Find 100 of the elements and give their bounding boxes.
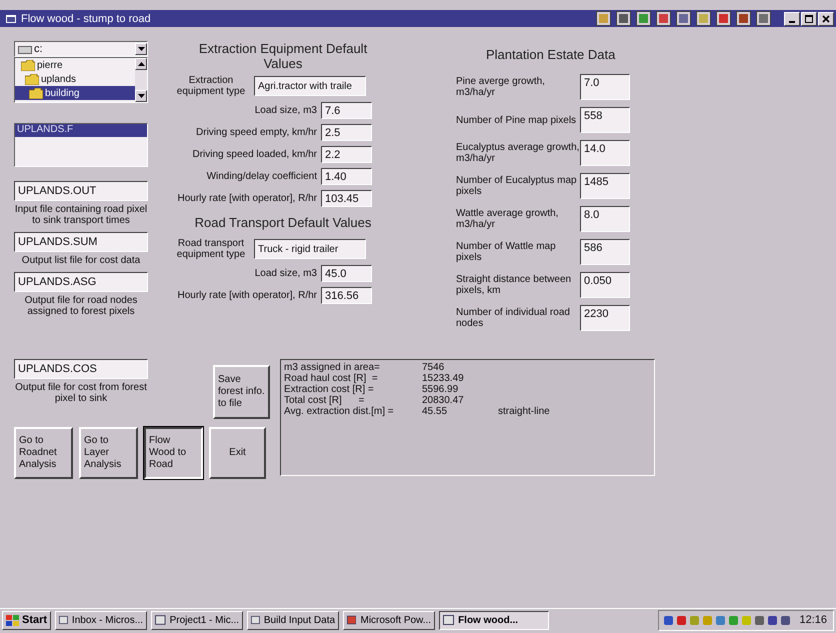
value-field[interactable]: 2.5 (321, 124, 372, 141)
equipment-type-field[interactable]: Agri.tractor with traile (254, 76, 366, 96)
value-field[interactable]: 316.56 (321, 287, 372, 304)
field-label: Winding/delay coefficient (206, 171, 317, 182)
value-field[interactable]: 1.40 (321, 168, 372, 185)
folder-icon (29, 88, 43, 98)
field-caption: Input file containing road pixel to sink transport times (14, 204, 148, 226)
field-label: Driving speed loaded, km/hr (192, 149, 317, 160)
field-label: Pine averge growth, m3/ha/yr (456, 76, 546, 98)
folder-icon (21, 60, 35, 70)
file-item[interactable]: UPLANDS.F (15, 124, 147, 137)
value-field[interactable]: 45.0 (321, 265, 372, 282)
folder-item[interactable]: pierre (15, 58, 135, 72)
field-label: Road transport equipment type (176, 238, 246, 260)
tray-icon[interactable] (767, 614, 778, 626)
taskbar-button[interactable]: Microsoft Pow... (343, 610, 436, 630)
field-label: Straight distance between pixels, km (456, 274, 572, 296)
file-name-field[interactable]: UPLANDS.COS (14, 359, 148, 379)
file-name-field[interactable]: UPLANDS.SUM (14, 232, 148, 252)
command-button[interactable]: Flow Wood to Road (144, 427, 203, 479)
file-name-field[interactable]: UPLANDS.OUT (14, 181, 148, 201)
app-icon (59, 615, 68, 625)
toolbar-app-icon[interactable] (756, 11, 771, 26)
result-value: 45.55 (422, 406, 448, 417)
scroll-down-icon[interactable] (138, 94, 144, 98)
command-button[interactable]: Exit (209, 427, 266, 479)
tray-icon[interactable] (663, 614, 674, 626)
result-value: 7546 (422, 362, 446, 373)
drive-dropdown[interactable]: c: (14, 41, 148, 57)
folder-icon (25, 74, 39, 84)
folder-item[interactable]: uplands (15, 72, 135, 86)
scroll-up-icon[interactable] (138, 62, 144, 66)
toolbar-app-icon[interactable] (716, 11, 731, 26)
result-label: Total cost [R] = (284, 395, 366, 406)
minimize-button[interactable] (784, 12, 800, 26)
file-list[interactable]: UPLANDS.F (14, 123, 148, 167)
value-field[interactable]: 1485 (580, 173, 630, 199)
toolbar-app-icon[interactable] (596, 11, 611, 26)
save-button[interactable]: Save forest info. to file (213, 365, 270, 419)
value-field[interactable]: 0.050 (580, 272, 630, 298)
taskbar-button[interactable]: Inbox - Micros... (55, 610, 148, 630)
field-label: Wattle average growth, m3/ha/yr (456, 208, 560, 230)
result-value: 15233.49 (422, 373, 465, 384)
toolbar-app-icon[interactable] (696, 11, 711, 26)
field-label: Driving speed empty, km/hr (196, 127, 317, 138)
start-button[interactable]: Start (2, 610, 52, 630)
field-label: Eucalyptus average growth, m3/ha/yr (456, 142, 580, 164)
app-icon (347, 615, 356, 625)
result-note: straight-line (498, 406, 550, 417)
close-button[interactable] (818, 12, 834, 26)
result-label: Road haul cost [R] = (284, 373, 379, 384)
value-field[interactable]: 103.45 (321, 190, 372, 207)
result-value: 20830.47 (422, 395, 465, 406)
toolbar-app-icon[interactable] (656, 11, 671, 26)
equipment-type-field[interactable]: Truck - rigid trailer (254, 239, 366, 259)
value-field[interactable]: 14.0 (580, 140, 630, 166)
result-label: Extraction cost [R] = (284, 384, 375, 395)
value-field[interactable]: 558 (580, 107, 630, 133)
toolbar-app-icon[interactable] (736, 11, 751, 26)
value-field[interactable]: 2230 (580, 305, 630, 331)
field-label: Number of individual road nodes (456, 307, 571, 329)
value-field[interactable]: 586 (580, 239, 630, 265)
section-heading: Plantation Estate Data (485, 47, 616, 62)
value-field[interactable]: 7.0 (580, 74, 630, 100)
field-label: Number of Eucalyptus map pixels (456, 175, 578, 197)
windows-logo-icon (6, 614, 19, 626)
value-field[interactable]: 8.0 (580, 206, 630, 232)
minimize-icon (789, 20, 795, 22)
value-field[interactable]: 2.2 (321, 146, 372, 163)
command-button[interactable]: Go to Layer Analysis (79, 427, 138, 479)
file-name-field[interactable]: UPLANDS.ASG (14, 272, 148, 292)
folder-item[interactable]: building (15, 86, 135, 100)
window-title: Flow wood - stump to road (21, 12, 151, 24)
field-label: Hourly rate [with operator], R/hr (178, 290, 317, 301)
field-caption: Output list file for cost data (20, 255, 142, 266)
tray-icon[interactable] (676, 614, 688, 626)
app-icon (251, 615, 260, 625)
result-label: m3 assigned in area= (284, 362, 381, 373)
taskbar-button[interactable]: Flow wood... (439, 610, 550, 630)
field-label: Load size, m3 (254, 105, 317, 116)
tray-icon[interactable] (754, 614, 766, 626)
field-label: Load size, m3 (254, 268, 317, 279)
app-icon (443, 615, 454, 625)
field-caption: Output file for cost from forest pixel to sink (14, 382, 148, 404)
tray-icon[interactable] (780, 614, 792, 626)
command-button[interactable]: Go to Roadnet Analysis (14, 427, 73, 479)
field-label: Number of Wattle map pixels (456, 241, 557, 263)
maximize-button[interactable] (801, 12, 817, 26)
toolbar-app-icon[interactable] (676, 11, 691, 26)
toolbar-app-icon[interactable] (636, 11, 651, 26)
result-label: Avg. extraction dist.[m] = (284, 406, 395, 417)
toolbar-app-icon[interactable] (616, 11, 631, 26)
value-field[interactable]: 7.6 (321, 102, 372, 119)
folder-list[interactable]: pierre uplands building (14, 57, 148, 103)
field-caption: Output file for road nodes assigned to forest pixels (24, 295, 138, 317)
section-heading: Extraction Equipment Default Values (198, 41, 368, 71)
taskbar-button[interactable]: Build Input Data (247, 610, 340, 630)
scrollbar[interactable] (135, 58, 147, 102)
window-icon (6, 14, 16, 22)
taskbar-button[interactable]: Project1 - Mic... (151, 610, 244, 630)
